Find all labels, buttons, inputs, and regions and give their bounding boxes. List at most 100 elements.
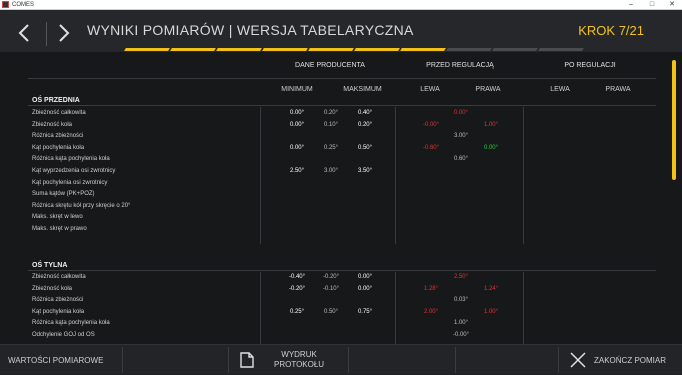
cell-nom: -0.20° xyxy=(322,274,340,280)
cell-br: 1.00° xyxy=(483,121,499,128)
cell-max: 0.00° xyxy=(357,274,373,280)
column-divider xyxy=(260,272,261,344)
step-indicator: KROK 7/21 xyxy=(578,23,644,38)
cell-bc: 0.00° xyxy=(453,110,469,116)
cell-nom: 0.50° xyxy=(323,308,339,315)
cell-bl: 1.28° xyxy=(423,285,439,292)
cell-br: 0.00° xyxy=(483,144,499,151)
progress-segment xyxy=(124,48,170,51)
close-window-button[interactable]: ✕ xyxy=(663,0,681,10)
cell-min: -0.20° xyxy=(288,285,306,292)
print-label-line1: WYDRUK xyxy=(281,350,317,359)
row-label: Kąt pochylenia koła xyxy=(32,144,85,151)
cell-nom: 0.10° xyxy=(323,121,339,128)
sub-header-right-after: PRAWA xyxy=(605,86,631,93)
progress-segment xyxy=(216,48,262,51)
cell-nom: 0.20° xyxy=(323,110,339,116)
row-label: Odchylenie GOJ od OS xyxy=(32,332,95,338)
minimize-button[interactable]: – xyxy=(622,0,640,10)
chevron-left-icon xyxy=(18,24,29,42)
progress-segment xyxy=(308,48,354,51)
cell-bc: -0.00° xyxy=(452,332,470,338)
cell-bc: 0.60° xyxy=(453,156,469,163)
scrollbar-thumb[interactable] xyxy=(672,60,676,180)
footer-divider xyxy=(122,347,123,373)
cell-max: 0.75° xyxy=(357,308,373,315)
cell-bc: 2.50° xyxy=(453,274,469,280)
cell-bl: -0.60° xyxy=(422,144,440,151)
sub-header-left-before: LEWA xyxy=(420,86,440,93)
chevron-right-icon xyxy=(59,24,70,42)
row-label: Kąt pochylenia koła xyxy=(32,308,85,315)
cell-nom: -0.10° xyxy=(322,285,340,292)
column-divider xyxy=(260,107,261,244)
document-icon xyxy=(240,352,254,368)
app-title: COMES xyxy=(12,2,35,8)
cell-max: 0.20° xyxy=(357,121,373,128)
sub-header-right-before: PRAWA xyxy=(475,86,501,93)
section-front-axle: OŚ PRZEDNIA xyxy=(32,97,80,104)
print-report-button[interactable]: WYDRUK PROTOKOŁU xyxy=(240,345,350,375)
row-label: Zbieżność całkowita xyxy=(32,274,86,280)
window-titlebar: COMES – □ ✕ xyxy=(0,0,682,10)
row-label: Zbieżność koła xyxy=(32,121,73,128)
row-label: Suma kątów (PK+POZ) xyxy=(32,191,95,198)
progress-segment xyxy=(262,48,308,51)
header: WYNIKI POMIARÓW | WERSJA TABELARYCZNA KR… xyxy=(0,10,682,52)
cell-max: 0.00° xyxy=(357,285,373,292)
row-label: Maks. skręt w lewo xyxy=(32,214,83,221)
sub-header-max: MAKSIMUM xyxy=(343,86,382,93)
progress-segment xyxy=(400,48,446,51)
maximize-button[interactable]: □ xyxy=(643,0,661,10)
cell-min: 0.00° xyxy=(289,144,305,151)
row-label: Różnica kąta pochylenia koła xyxy=(32,156,110,163)
row-label: Maks. skręt w prawo xyxy=(32,226,87,232)
cell-min: 0.25° xyxy=(289,308,305,315)
progress-segment xyxy=(492,48,538,51)
finish-measurement-label: ZAKOŃCZ POMIAR xyxy=(594,355,667,365)
cell-min: 2.50° xyxy=(289,168,305,174)
cell-bl: -0.00° xyxy=(422,121,440,128)
progress-segment xyxy=(446,48,492,51)
footer-divider xyxy=(228,347,229,373)
cell-min: 0.00° xyxy=(289,121,305,128)
footer-divider xyxy=(558,347,559,373)
sub-header-min: MINIMUM xyxy=(281,86,313,93)
page-title: WYNIKI POMIARÓW | WERSJA TABELARYCZNA xyxy=(87,22,414,38)
column-divider xyxy=(523,107,524,244)
footer-toolbar: WARTOŚCI POMIAROWE WYDRUK PROTOKOŁU ZAKO… xyxy=(0,344,682,374)
row-label: Różnica kąta pochylenia koła xyxy=(32,320,110,327)
cell-br: 1.24° xyxy=(483,285,499,292)
row-label: Różnica zbieżności xyxy=(32,133,84,140)
cell-max: 0.50° xyxy=(357,144,373,151)
section-divider xyxy=(28,270,656,271)
results-table: DANE PRODUCENTA PRZED REGULACJĄ PO REGUL… xyxy=(0,52,682,344)
cell-min: 0.00° xyxy=(289,110,305,116)
print-label-line2: PROTOKOŁU xyxy=(274,360,325,369)
column-divider xyxy=(395,107,396,244)
cell-min: -0.40° xyxy=(288,274,306,280)
cell-max: 3.50° xyxy=(357,168,373,174)
cell-nom: 3.00° xyxy=(323,168,339,174)
close-x-icon xyxy=(570,352,586,368)
progress-segment xyxy=(170,48,216,51)
back-button[interactable] xyxy=(14,22,36,44)
cell-nom: 0.25° xyxy=(323,144,339,151)
column-divider xyxy=(523,272,524,344)
row-label: Kąt wyprzedzenia osi zwrotnicy xyxy=(32,168,116,174)
measurement-values-button[interactable]: WARTOŚCI POMIAROWE xyxy=(8,345,103,375)
progress-segment xyxy=(538,48,584,51)
cell-bc: 3.00° xyxy=(453,133,469,140)
row-label: Kąt pochylenia osi zwrotnicy xyxy=(32,179,108,186)
cell-bc: 0.03° xyxy=(453,297,469,304)
forward-button[interactable] xyxy=(52,22,74,44)
group-header-producer: DANE PRODUCENTA xyxy=(295,62,365,69)
cell-bl: 2.00° xyxy=(423,308,439,315)
finish-measurement-button[interactable]: ZAKOŃCZ POMIAR xyxy=(570,345,666,375)
progress-segment xyxy=(354,48,400,51)
footer-divider xyxy=(455,347,456,373)
footer-divider xyxy=(348,347,349,373)
group-header-before: PRZED REGULACJĄ xyxy=(426,62,494,69)
group-header-after: PO REGULACJI xyxy=(564,62,616,69)
row-label: Zbieżność całkowita xyxy=(32,110,86,116)
